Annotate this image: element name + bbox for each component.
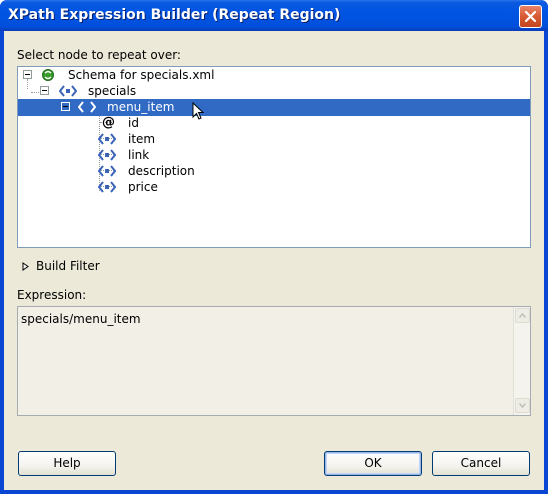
schema-tree[interactable]: Schema for specials.xml specials menu_it… xyxy=(17,66,531,248)
tree-row-item[interactable]: item xyxy=(18,131,530,147)
build-filter-label: Build Filter xyxy=(36,259,100,273)
expression-textarea[interactable]: specials/menu_item xyxy=(17,306,531,416)
tree-row-menu-item-selected[interactable]: menu_item xyxy=(18,99,530,120)
tree-row-description[interactable]: description xyxy=(18,163,530,179)
tree-node-description-label: description xyxy=(128,164,195,178)
expression-label: Expression: xyxy=(17,288,87,302)
scroll-down-button[interactable] xyxy=(515,398,530,413)
help-button[interactable]: Help xyxy=(18,451,116,476)
tree-row-price[interactable]: price xyxy=(18,179,530,195)
repeating-element-icon xyxy=(78,101,96,113)
tree-node-link-label: link xyxy=(128,148,150,162)
attribute-icon: @ xyxy=(102,115,115,130)
element-icon xyxy=(98,165,116,177)
expression-scrollbar[interactable] xyxy=(513,307,530,415)
window-title: XPath Expression Builder (Repeat Region) xyxy=(8,7,341,23)
tree-label: Select node to repeat over: xyxy=(17,48,181,62)
tree-row-link[interactable]: link xyxy=(18,147,530,163)
element-icon xyxy=(98,181,116,193)
tree-row-specials[interactable]: specials xyxy=(18,83,530,99)
collapse-toggle[interactable] xyxy=(61,102,70,111)
scroll-up-button[interactable] xyxy=(515,308,530,323)
expand-arrow-icon xyxy=(22,262,29,271)
dialog-window: XPath Expression Builder (Repeat Region)… xyxy=(0,0,548,494)
chevron-down-icon xyxy=(519,403,526,408)
close-button[interactable] xyxy=(519,5,542,28)
collapse-toggle[interactable] xyxy=(23,70,32,79)
collapse-toggle[interactable] xyxy=(40,86,49,95)
chevron-up-icon xyxy=(519,313,526,318)
tree-node-price-label: price xyxy=(128,180,158,194)
element-icon xyxy=(59,85,77,97)
ok-button[interactable]: OK xyxy=(324,451,422,476)
element-icon xyxy=(98,149,116,161)
tree-node-specials-label: specials xyxy=(88,84,137,98)
dialog-body: Select node to repeat over: Schema for s… xyxy=(4,31,544,490)
tree-node-item-label: item xyxy=(128,132,156,146)
element-icon xyxy=(98,133,116,145)
tree-node-id-label: id xyxy=(128,116,139,130)
cancel-button[interactable]: Cancel xyxy=(432,451,530,476)
schema-file-icon xyxy=(42,69,54,81)
title-bar[interactable]: XPath Expression Builder (Repeat Region) xyxy=(0,0,548,31)
tree-row-id[interactable]: @ id xyxy=(18,115,530,131)
close-icon xyxy=(524,10,537,23)
tree-node-menu-item-label: menu_item xyxy=(107,100,175,114)
expression-value: specials/menu_item xyxy=(21,312,141,326)
tree-row-root[interactable]: Schema for specials.xml xyxy=(18,67,530,83)
tree-node-root-label: Schema for specials.xml xyxy=(68,68,215,82)
